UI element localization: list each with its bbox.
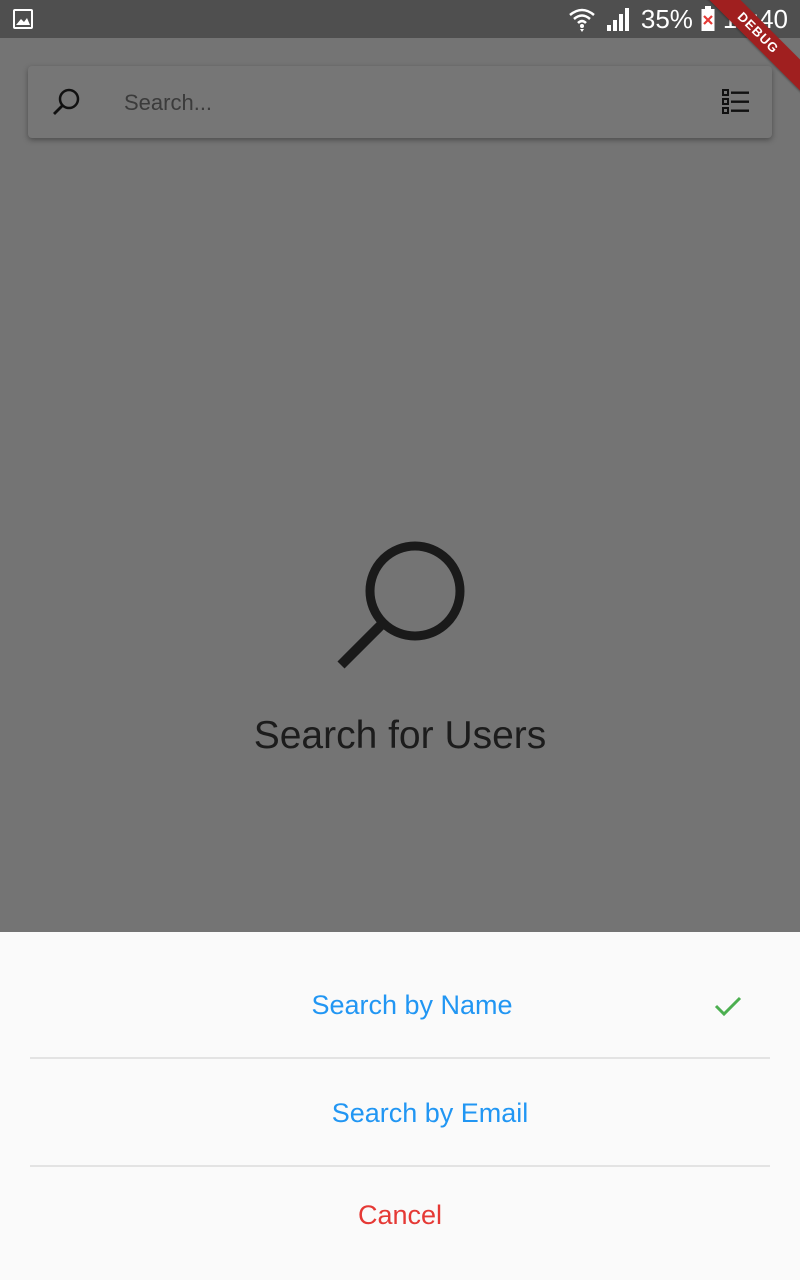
screen: 35% 12:40 DEBUG Search for Us bbox=[0, 0, 800, 1280]
large-search-icon bbox=[337, 541, 465, 669]
status-bar: 35% 12:40 bbox=[0, 0, 800, 38]
battery-icon bbox=[701, 6, 715, 31]
search-bar[interactable] bbox=[28, 66, 772, 138]
search-by-name-option[interactable]: Search by Name bbox=[30, 982, 770, 1028]
search-icon[interactable] bbox=[50, 86, 82, 118]
search-by-name-label: Search by Name bbox=[311, 990, 513, 1020]
action-sheet: Search by Name Search by Email Cancel bbox=[0, 932, 800, 1280]
search-by-email-option[interactable]: Search by Email bbox=[30, 1090, 770, 1136]
image-icon bbox=[13, 9, 33, 29]
wifi-icon bbox=[569, 8, 595, 32]
signal-icon bbox=[606, 8, 629, 31]
list-options-icon[interactable] bbox=[722, 88, 750, 116]
empty-state-title: Search for Users bbox=[253, 714, 547, 757]
check-icon bbox=[714, 996, 742, 1017]
search-by-email-label: Search by Email bbox=[331, 1098, 529, 1128]
battery-percent: 35% bbox=[640, 4, 693, 34]
search-input[interactable] bbox=[122, 82, 686, 124]
divider bbox=[30, 1165, 770, 1167]
cancel-label: Cancel bbox=[357, 1200, 443, 1230]
cancel-button[interactable]: Cancel bbox=[30, 1192, 770, 1238]
divider bbox=[30, 1057, 770, 1059]
